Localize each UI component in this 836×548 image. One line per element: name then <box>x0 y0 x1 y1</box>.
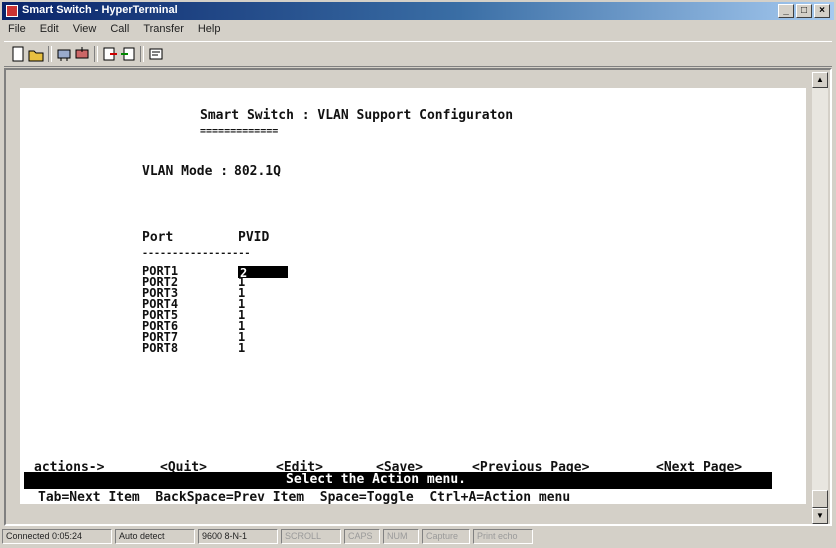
scroll-thumb[interactable] <box>812 490 828 508</box>
pvid-column-header: PVID <box>238 230 270 245</box>
num-indicator: NUM <box>383 529 419 544</box>
window-title: Smart Switch - HyperTerminal <box>22 4 178 16</box>
print-echo-indicator: Print echo <box>473 529 533 544</box>
connect-icon[interactable] <box>56 46 72 62</box>
menu-call[interactable]: Call <box>104 21 135 39</box>
new-icon[interactable] <box>10 46 26 62</box>
message-bar: Select the Action menu. <box>24 472 772 489</box>
vlan-mode-value[interactable]: 802.1Q <box>234 164 281 179</box>
minimize-button[interactable]: _ <box>778 4 794 18</box>
vlan-mode-label: VLAN Mode : <box>142 164 229 179</box>
screen-title: Smart Switch : VLAN Support Configuraton <box>200 108 514 123</box>
header-underline: ------------------ <box>142 248 251 259</box>
menu-file[interactable]: File <box>2 21 32 39</box>
close-button[interactable]: × <box>814 4 830 18</box>
caps-indicator: CAPS <box>344 529 380 544</box>
disconnect-icon[interactable] <box>74 46 90 62</box>
scroll-indicator: SCROLL <box>281 529 341 544</box>
capture-indicator: Capture <box>422 529 470 544</box>
menu-bar: File Edit View Call Transfer Help <box>2 21 226 39</box>
scroll-down-icon[interactable]: ▼ <box>812 508 828 524</box>
port-label: PORT8 <box>142 341 179 355</box>
key-help: Tab=Next Item BackSpace=Prev Item Space=… <box>38 490 571 505</box>
toolbar-separator <box>48 46 52 62</box>
open-icon[interactable] <box>28 46 44 62</box>
port-column-header: Port <box>142 230 174 245</box>
pvid-field[interactable]: 1 <box>238 342 245 354</box>
hyperterminal-icon <box>6 5 18 17</box>
detect-mode: Auto detect <box>115 529 195 544</box>
status-bar: Connected 0:05:24 Auto detect 9600 8-N-1… <box>2 529 834 546</box>
toolbar-separator <box>140 46 144 62</box>
status-message: Select the Action menu. <box>286 472 467 487</box>
receive-icon[interactable] <box>120 46 136 62</box>
connection-time: Connected 0:05:24 <box>2 529 112 544</box>
menu-view[interactable]: View <box>67 21 103 39</box>
vertical-scrollbar[interactable]: ▲ ▼ <box>812 72 828 524</box>
pvid-field-selected[interactable]: 2 <box>238 266 288 279</box>
menu-edit[interactable]: Edit <box>34 21 65 39</box>
menu-transfer[interactable]: Transfer <box>137 21 190 39</box>
properties-icon[interactable] <box>148 46 164 62</box>
toolbar <box>4 41 832 67</box>
title-bar: Smart Switch - HyperTerminal _ □ × <box>2 2 834 20</box>
toolbar-separator <box>94 46 98 62</box>
menu-help[interactable]: Help <box>192 21 227 39</box>
maximize-button[interactable]: □ <box>796 4 812 18</box>
scroll-up-icon[interactable]: ▲ <box>812 72 828 88</box>
port-settings: 9600 8-N-1 <box>198 529 278 544</box>
send-icon[interactable] <box>102 46 118 62</box>
title-underline: ============= <box>200 126 279 137</box>
terminal-screen[interactable]: Smart Switch : VLAN Support Configuraton… <box>20 88 806 505</box>
